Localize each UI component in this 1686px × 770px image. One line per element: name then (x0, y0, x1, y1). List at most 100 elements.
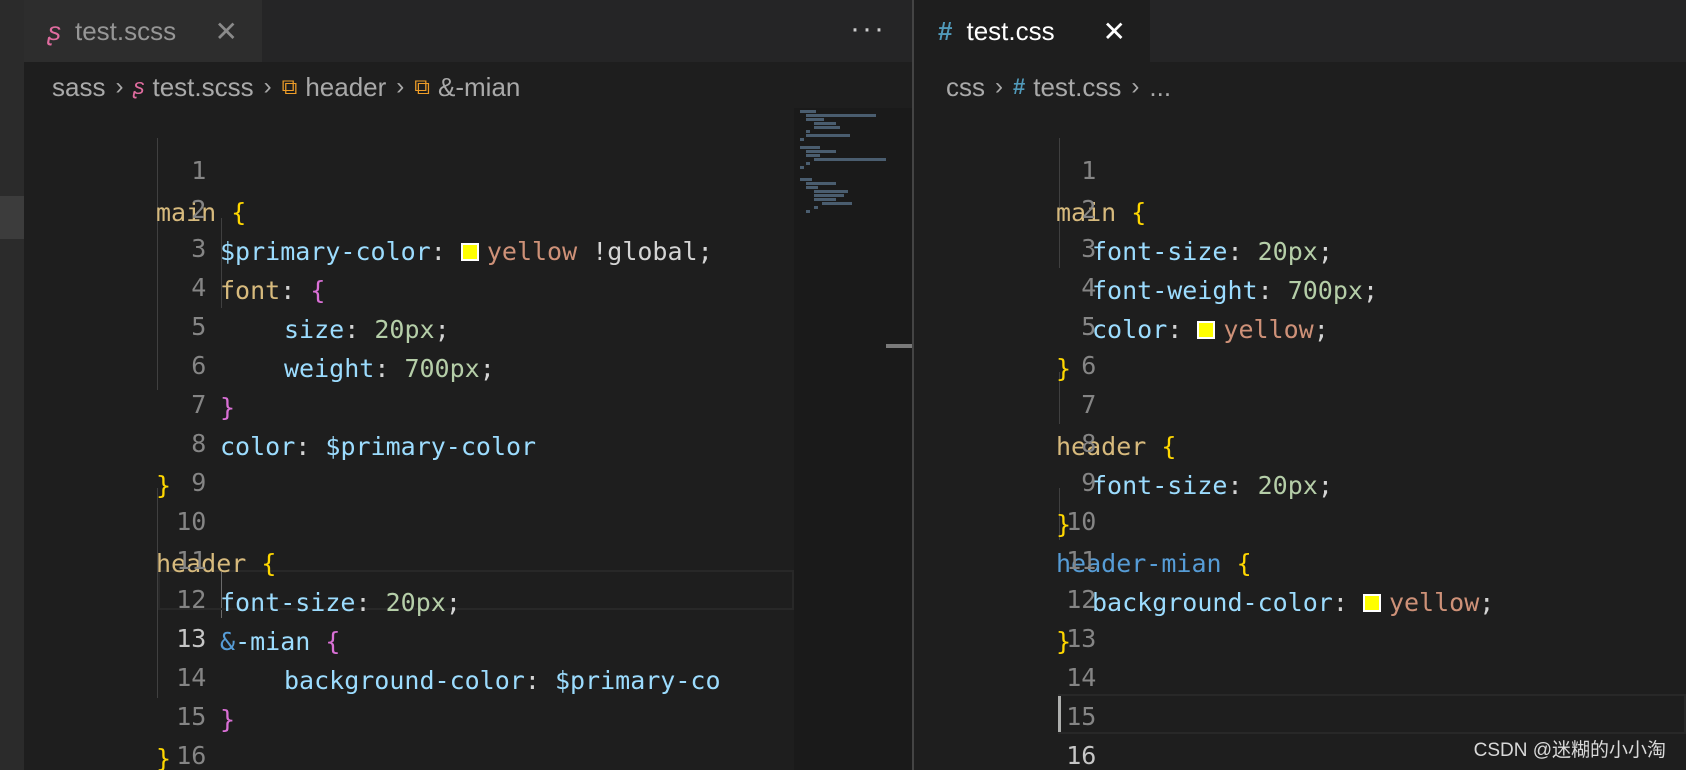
code-line: 7 header { (914, 342, 1176, 461)
line-number: 4 (1081, 273, 1097, 302)
hash-icon: # (938, 15, 953, 46)
breadcrumb-item-more[interactable]: ... (1149, 72, 1171, 103)
property: font-size (1092, 471, 1228, 500)
editor-pane-css[interactable]: # test.css ✕ css › # test.css › ... 1 ma… (914, 0, 1686, 770)
variable: $primary-co (554, 666, 721, 695)
breadcrumb-item-header[interactable]: header (305, 72, 386, 103)
colon: : (344, 315, 360, 344)
color-swatch-icon[interactable] (1197, 321, 1216, 339)
tab-label: test.css (966, 15, 1055, 46)
tab-test-scss[interactable]: ʂ test.scss ✕ (24, 0, 262, 62)
line-number: 6 (191, 351, 207, 380)
colon: : (374, 354, 390, 383)
bracket: { (261, 549, 277, 578)
tab-test-css[interactable]: # test.css ✕ (914, 0, 1150, 62)
line-number: 7 (191, 390, 207, 419)
close-icon[interactable]: ✕ (1103, 15, 1126, 48)
bracket: { (1161, 432, 1177, 461)
colon: : (295, 432, 311, 461)
semicolon: ; (445, 588, 461, 617)
code-line: 9 (24, 420, 206, 497)
line-number: 11 (1066, 546, 1097, 575)
semicolon: ; (1362, 276, 1379, 305)
property: background-color (284, 666, 525, 695)
colon: : (1227, 471, 1243, 500)
bracket: { (1131, 198, 1147, 227)
symbol-class-icon: ⧉ (281, 74, 298, 99)
color-swatch-icon[interactable] (460, 243, 479, 261)
breadcrumb-item-file[interactable]: test.scss (152, 72, 253, 103)
line-number: 3 (191, 234, 207, 263)
value: 700px (404, 354, 480, 383)
code-line: 16 (914, 693, 1096, 770)
value: 20px (385, 588, 446, 617)
colon: : (430, 237, 446, 266)
breadcrumb-item-css[interactable]: css (946, 72, 985, 103)
colon: : (1332, 588, 1348, 617)
code-line: 10 header { (24, 459, 276, 578)
line-number: 2 (191, 195, 207, 224)
line-number: 2 (1081, 195, 1097, 224)
variable: $primary-color (220, 237, 431, 266)
semicolon: ; (1317, 471, 1333, 500)
line-number: 8 (191, 429, 207, 458)
code-line: 11 font-size: 20px; (24, 498, 461, 617)
line-number: 14 (176, 663, 207, 692)
chevron-right-icon: › (396, 73, 405, 100)
breadcrumb-item-sass[interactable]: sass (52, 72, 105, 103)
code-line: 13 background-color: $primary-co (24, 576, 720, 695)
line-number: 10 (176, 507, 207, 536)
close-icon[interactable]: ✕ (215, 15, 238, 48)
line-number: 10 (1066, 507, 1097, 536)
line-number: 16 (1066, 741, 1097, 770)
semicolon: ; (1313, 315, 1329, 344)
nested-property: font (220, 276, 281, 305)
code-line: 14 } (24, 615, 235, 734)
breadcrumb-item-mian[interactable]: &-mian (438, 72, 520, 103)
chevron-right-icon: › (115, 73, 124, 100)
line-number: 13 (176, 624, 207, 653)
code-line: 14 (914, 615, 1096, 692)
line-number: 9 (191, 468, 207, 497)
color-swatch-icon[interactable] (1362, 594, 1381, 612)
scrollbar-thumb[interactable] (886, 344, 912, 348)
value: yellow (1223, 315, 1314, 344)
chevron-right-icon: › (1131, 73, 1140, 100)
code-line: 6 } (24, 303, 235, 422)
code-line: 3 font: { (24, 186, 325, 305)
line-number: 8 (1081, 429, 1097, 458)
colon: : (280, 276, 296, 305)
breadcrumb-item-file[interactable]: test.css (1033, 72, 1121, 103)
semicolon: ; (1479, 588, 1495, 617)
code-line: 7 color: $primary-color (24, 342, 536, 461)
chevron-right-icon: › (263, 73, 272, 100)
code-line: 1 main { (914, 108, 1146, 227)
semicolon: ; (434, 315, 450, 344)
code-line: 4 size: 20px; (24, 225, 449, 344)
code-line: 11 background-color: yellow; (914, 498, 1494, 617)
minimap[interactable] (794, 108, 912, 770)
line-number: 16 (176, 741, 207, 770)
semicolon: ; (1317, 237, 1333, 266)
code-line: 6 (914, 303, 1096, 380)
value: yellow (486, 237, 578, 266)
code-line: 12 &-mian { (24, 537, 340, 656)
property: size (284, 315, 345, 344)
line-number: 5 (191, 312, 207, 341)
property: font-weight (1092, 276, 1258, 305)
code-line: 5 } (914, 264, 1096, 383)
bracket: } (220, 393, 236, 422)
code-line: 13 (914, 576, 1096, 653)
line-number: 14 (1066, 663, 1097, 692)
symbol-class-icon: ⧉ (414, 74, 431, 99)
code-line: 15 (914, 654, 1096, 731)
value: yellow (1388, 588, 1480, 617)
more-actions-button[interactable]: ··· (850, 12, 886, 46)
code-line: 10 header-mian { (914, 459, 1252, 578)
global-flag: !global; (592, 237, 713, 266)
editor-pane-scss[interactable]: ʂ test.scss ✕ ··· sass › ʂ test.scss › ⧉… (24, 0, 912, 770)
value: 20px (1257, 237, 1318, 266)
code-line: 12 } (914, 537, 1096, 656)
current-line-highlight (1058, 694, 1686, 734)
bracket: { (231, 198, 247, 227)
